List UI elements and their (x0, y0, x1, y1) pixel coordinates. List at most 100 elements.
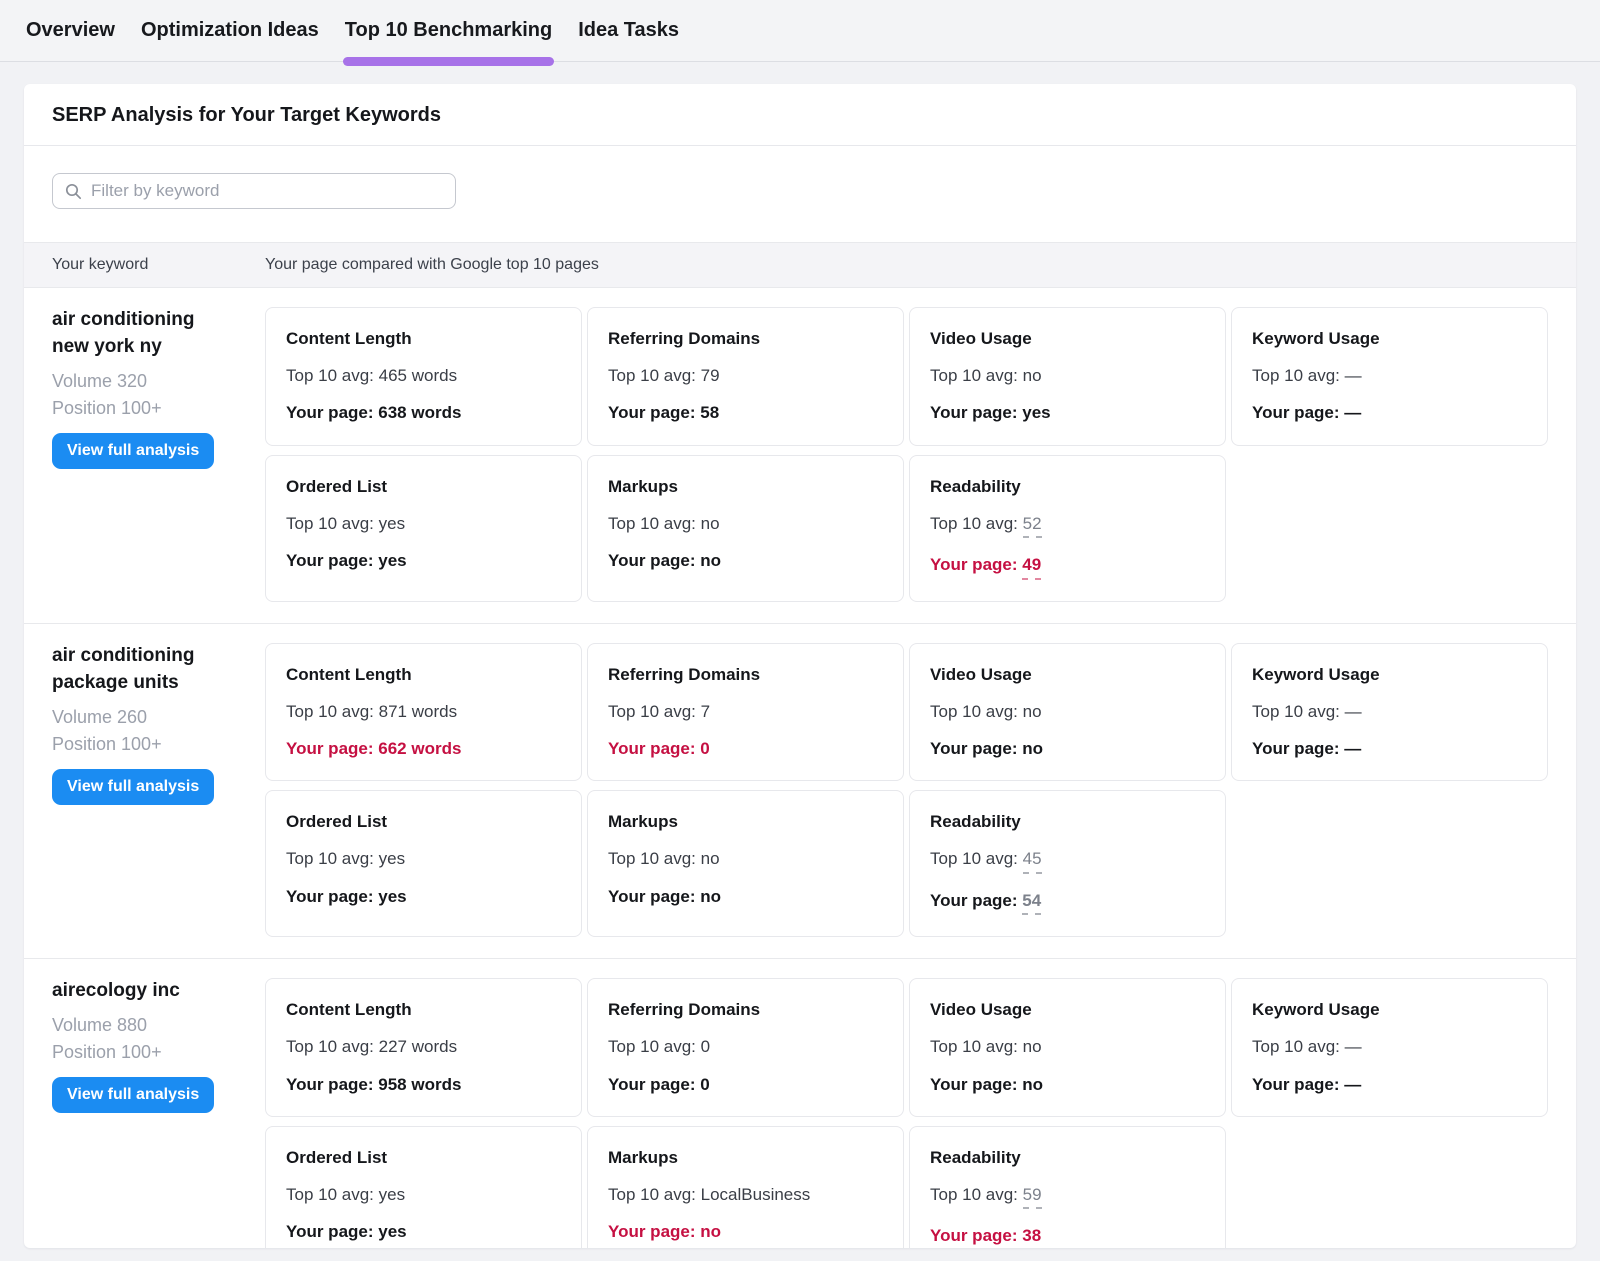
metric-card: Keyword Usage Top 10 avg: — Your page: — (1231, 307, 1548, 446)
tab-optimization-ideas[interactable]: Optimization Ideas (141, 0, 319, 61)
metric-title: Readability (930, 1148, 1205, 1168)
your-page-label: Your page: (1252, 403, 1340, 422)
your-page-label: Your page: (608, 1075, 696, 1094)
metric-title: Readability (930, 812, 1205, 832)
top10-avg-line: Top 10 avg: no (608, 514, 883, 534)
your-page-line: Your page: 0 (608, 739, 883, 759)
top10-avg-label: Top 10 avg: (608, 849, 696, 868)
your-page-line: Your page: no (930, 739, 1205, 759)
keyword-filter-box[interactable] (52, 173, 456, 209)
metric-title: Content Length (286, 665, 561, 685)
metric-title: Readability (930, 477, 1205, 497)
your-page-value: no (700, 551, 721, 570)
your-page-value: no (1022, 739, 1043, 758)
top10-avg-line: Top 10 avg: 45 (930, 849, 1205, 873)
top10-avg-value[interactable]: 52 (1023, 514, 1042, 538)
metric-card: Keyword Usage Top 10 avg: — Your page: — (1231, 643, 1548, 782)
metric-card: Markups Top 10 avg: LocalBusiness Your p… (587, 1126, 904, 1248)
top10-avg-value: 7 (701, 702, 710, 721)
your-page-value[interactable]: 49 (1022, 555, 1041, 579)
your-page-label: Your page: (930, 1075, 1018, 1094)
your-page-value: 638 words (378, 403, 461, 422)
top10-avg-value[interactable]: 59 (1023, 1185, 1042, 1209)
your-page-label: Your page: (608, 551, 696, 570)
your-page-line: Your page: 49 (930, 555, 1205, 579)
top10-avg-value: 465 words (379, 366, 457, 385)
your-page-value: — (1344, 1075, 1361, 1094)
keyword-column: air conditioning package units Volume 26… (52, 643, 265, 938)
your-page-value[interactable]: 38 (1022, 1226, 1041, 1248)
keyword-position: Position 100+ (52, 395, 233, 422)
metric-card: Content Length Top 10 avg: 227 words You… (265, 978, 582, 1117)
tab-overview[interactable]: Overview (26, 0, 115, 61)
view-full-analysis-button[interactable]: View full analysis (52, 769, 214, 805)
keyword-rows: air conditioning new york ny Volume 320 … (24, 288, 1576, 1248)
keyword-filter-input[interactable] (91, 181, 443, 201)
metric-grid: Content Length Top 10 avg: 465 words You… (265, 307, 1548, 602)
your-page-label: Your page: (286, 551, 374, 570)
top10-avg-label: Top 10 avg: (286, 1037, 374, 1056)
your-page-value: 0 (700, 1075, 709, 1094)
metric-title: Markups (608, 1148, 883, 1168)
your-page-line: Your page: 958 words (286, 1075, 561, 1095)
top10-avg-value: no (1023, 702, 1042, 721)
tab-idea-tasks[interactable]: Idea Tasks (578, 0, 679, 61)
top10-avg-label: Top 10 avg: (286, 702, 374, 721)
top10-avg-line: Top 10 avg: no (930, 1037, 1205, 1057)
top10-avg-label: Top 10 avg: (1252, 1037, 1340, 1056)
keyword-position: Position 100+ (52, 731, 233, 758)
your-page-value: 58 (700, 403, 719, 422)
metric-title: Video Usage (930, 665, 1205, 685)
your-page-value[interactable]: 54 (1022, 891, 1041, 915)
metric-card: Referring Domains Top 10 avg: 0 Your pag… (587, 978, 904, 1117)
your-page-value: no (700, 887, 721, 906)
metric-card: Markups Top 10 avg: no Your page: no (587, 790, 904, 937)
top10-avg-value: yes (379, 1185, 405, 1204)
keyword-position: Position 100+ (52, 1039, 233, 1066)
top10-avg-value: yes (379, 514, 405, 533)
your-page-label: Your page: (608, 887, 696, 906)
tab-bar: Overview Optimization Ideas Top 10 Bench… (0, 0, 1600, 62)
tab-top-10-benchmarking[interactable]: Top 10 Benchmarking (345, 0, 552, 61)
top10-avg-value[interactable]: 45 (1023, 849, 1042, 873)
your-page-line: Your page: no (608, 551, 883, 571)
keyword-volume: Volume 320 (52, 368, 233, 395)
keyword-column: air conditioning new york ny Volume 320 … (52, 307, 265, 602)
your-page-label: Your page: (286, 1222, 374, 1241)
metric-card: Readability Top 10 avg: 59 Your page: 38 (909, 1126, 1226, 1248)
metric-title: Content Length (286, 329, 561, 349)
your-page-label: Your page: (930, 1226, 1018, 1245)
metric-grid: Content Length Top 10 avg: 871 words You… (265, 643, 1548, 938)
view-full-analysis-button[interactable]: View full analysis (52, 1077, 214, 1113)
top10-avg-value: — (1345, 366, 1362, 385)
columns-header: Your keyword Your page compared with Goo… (24, 242, 1576, 288)
your-page-line: Your page: yes (286, 1222, 561, 1242)
metric-card: Ordered List Top 10 avg: yes Your page: … (265, 455, 582, 602)
your-page-value: — (1344, 403, 1361, 422)
metric-card: Referring Domains Top 10 avg: 7 Your pag… (587, 643, 904, 782)
your-page-value: no (1022, 1075, 1043, 1094)
metric-card: Keyword Usage Top 10 avg: — Your page: — (1231, 978, 1548, 1117)
top10-avg-value: — (1345, 702, 1362, 721)
your-page-value: 958 words (378, 1075, 461, 1094)
top10-avg-label: Top 10 avg: (286, 849, 374, 868)
your-page-line: Your page: no (608, 1222, 883, 1242)
top10-avg-line: Top 10 avg: no (930, 702, 1205, 722)
top10-avg-line: Top 10 avg: 227 words (286, 1037, 561, 1057)
metric-title: Keyword Usage (1252, 665, 1527, 685)
keyword-name: air conditioning package units (52, 643, 233, 697)
metric-title: Video Usage (930, 1000, 1205, 1020)
your-page-value: yes (1022, 403, 1050, 422)
your-page-value: yes (378, 551, 406, 570)
your-page-label: Your page: (608, 739, 696, 758)
top10-avg-line: Top 10 avg: 7 (608, 702, 883, 722)
keyword-name: air conditioning new york ny (52, 307, 233, 361)
your-page-value: yes (378, 1222, 406, 1241)
your-page-line: Your page: 58 (608, 403, 883, 423)
your-page-line: Your page: 54 (930, 891, 1205, 915)
column-your-keyword: Your keyword (52, 256, 265, 274)
metric-card: Content Length Top 10 avg: 871 words You… (265, 643, 582, 782)
keyword-column: airecology inc Volume 880 Position 100+ … (52, 978, 265, 1248)
your-page-label: Your page: (1252, 1075, 1340, 1094)
view-full-analysis-button[interactable]: View full analysis (52, 433, 214, 469)
